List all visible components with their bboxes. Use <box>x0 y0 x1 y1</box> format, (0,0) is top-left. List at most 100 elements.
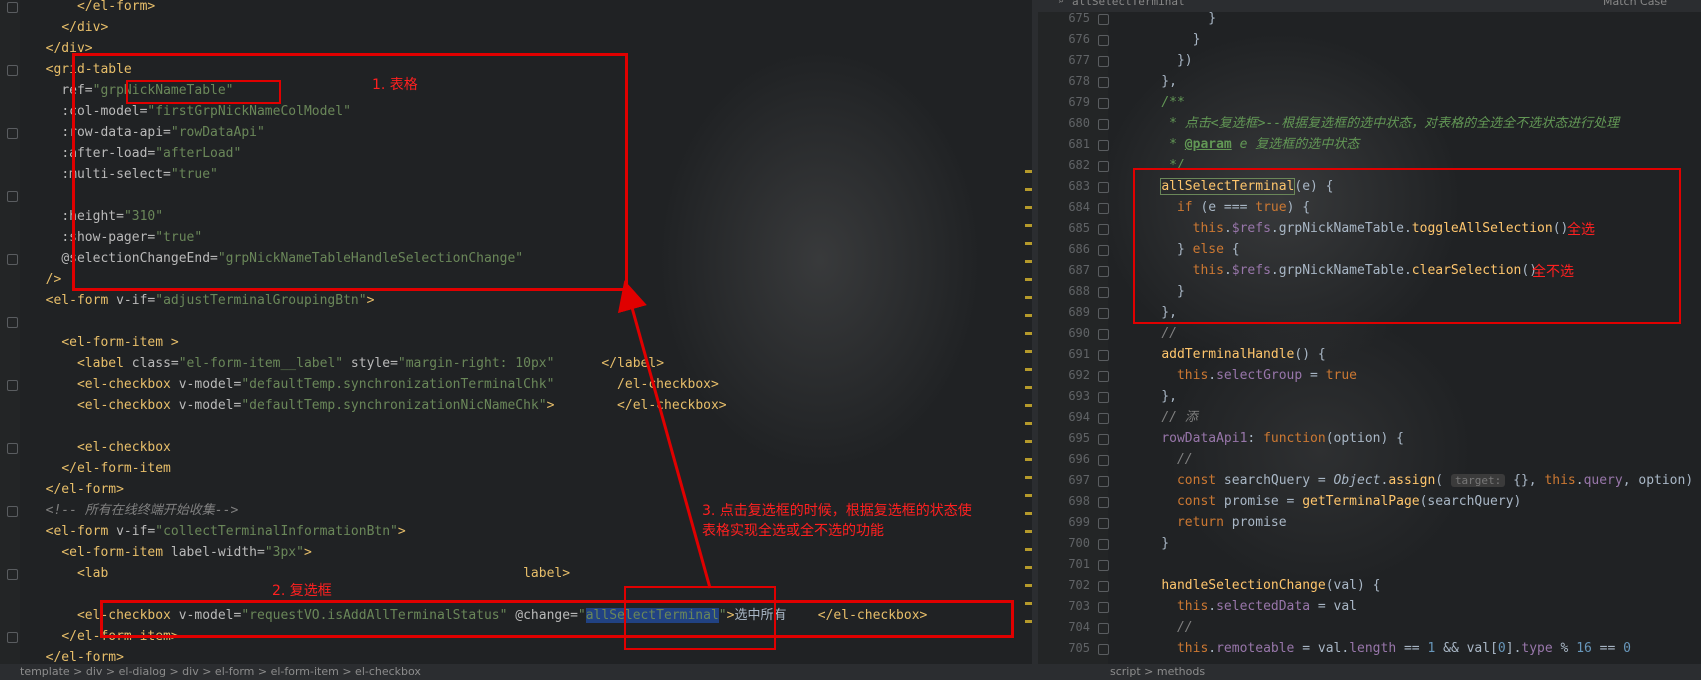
right-code-line[interactable]: this.selectGroup = true <box>1130 365 1357 386</box>
fold-toggle-icon[interactable] <box>1098 539 1109 550</box>
fold-toggle-icon[interactable] <box>1098 224 1109 235</box>
annotation-explain-2: 表格实现全选或全不选的功能 <box>702 523 884 539</box>
right-code-line[interactable]: addTerminalHandle() { <box>1130 344 1325 365</box>
left-code-line[interactable]: </el-form-item <box>30 458 171 479</box>
right-code-line[interactable]: }, <box>1130 386 1177 407</box>
right-code-line[interactable]: handleSelectionChange(val) { <box>1130 575 1380 596</box>
annotation-table: 1. 表格 <box>372 77 418 93</box>
line-number: 679 <box>1068 95 1090 109</box>
left-code-line[interactable]: <label class="el-form-item__label" style… <box>30 353 664 374</box>
right-code-line[interactable]: * 点击<复选框>--根据复选框的选中状态，对表格的全选全不选状态进行处理 <box>1130 113 1619 134</box>
line-number: 693 <box>1068 389 1090 403</box>
line-number: 705 <box>1068 641 1090 655</box>
fold-toggle-icon[interactable] <box>7 254 18 265</box>
fold-toggle-icon[interactable] <box>7 569 18 580</box>
right-code-line[interactable]: /** <box>1130 92 1184 113</box>
fold-toggle-icon[interactable] <box>7 128 18 139</box>
right-code-line[interactable]: } <box>1130 29 1201 50</box>
right-code-line[interactable]: }, <box>1130 71 1177 92</box>
fold-toggle-icon[interactable] <box>1098 98 1109 109</box>
fold-toggle-icon[interactable] <box>1098 56 1109 67</box>
left-code-line[interactable]: <el-checkbox <box>30 437 171 458</box>
scroll-marker <box>1025 350 1032 353</box>
fold-toggle-icon[interactable] <box>1098 308 1109 319</box>
fold-toggle-icon[interactable] <box>7 65 18 76</box>
fold-toggle-icon[interactable] <box>1098 203 1109 214</box>
fold-toggle-icon[interactable] <box>1098 392 1109 403</box>
fold-toggle-icon[interactable] <box>7 506 18 517</box>
left-code-line[interactable]: </div> <box>30 17 108 38</box>
scroll-marker <box>1025 278 1032 281</box>
fold-toggle-icon[interactable] <box>1098 581 1109 592</box>
breadcrumb-right[interactable]: script > methods <box>1110 665 1205 678</box>
fold-toggle-icon[interactable] <box>1098 497 1109 508</box>
fold-toggle-icon[interactable] <box>1098 623 1109 634</box>
scroll-marker <box>1025 494 1032 497</box>
fold-toggle-icon[interactable] <box>7 317 18 328</box>
method-highlight-box <box>1133 168 1681 324</box>
fold-toggle-icon[interactable] <box>1098 77 1109 88</box>
left-code-line[interactable]: <el-form v-if="adjustTerminalGroupingBtn… <box>30 290 375 311</box>
left-code-line[interactable]: </el-form> <box>30 0 155 17</box>
left-code-line[interactable]: <el-checkbox v-model="defaultTemp.synchr… <box>30 395 727 416</box>
fold-toggle-icon[interactable] <box>1098 140 1109 151</box>
left-code-line[interactable]: /> <box>30 269 62 290</box>
right-code-line[interactable]: this.remoteable = val.length == 1 && val… <box>1130 638 1631 659</box>
left-code-line[interactable]: </el-form> <box>30 479 124 500</box>
search-bar[interactable]: ⌕ allSelectTerminal Match Case <box>1038 0 1701 12</box>
fold-toggle-icon[interactable] <box>7 2 18 13</box>
fold-toggle-icon[interactable] <box>7 380 18 391</box>
fold-toggle-icon[interactable] <box>1098 644 1109 655</box>
fold-toggle-icon[interactable] <box>1098 560 1109 571</box>
fold-toggle-icon[interactable] <box>1098 602 1109 613</box>
line-number: 686 <box>1068 242 1090 256</box>
fold-toggle-icon[interactable] <box>1098 329 1109 340</box>
right-code-line[interactable]: // <box>1130 323 1177 344</box>
fold-toggle-icon[interactable] <box>1098 161 1109 172</box>
fold-toggle-icon[interactable] <box>1098 14 1109 25</box>
right-code-line[interactable]: this.selectedData = val <box>1130 596 1357 617</box>
line-number: 685 <box>1068 221 1090 235</box>
fold-toggle-icon[interactable] <box>1098 371 1109 382</box>
right-code-line[interactable]: rowDataApi1: function(option) { <box>1130 428 1404 449</box>
fold-toggle-icon[interactable] <box>7 191 18 202</box>
left-code-line[interactable]: <el-form-item label-width="3px"> <box>30 542 311 563</box>
fold-toggle-icon[interactable] <box>1098 413 1109 424</box>
fold-toggle-icon[interactable] <box>7 632 18 643</box>
line-number: 687 <box>1068 263 1090 277</box>
right-code-line[interactable]: // 添 <box>1130 407 1197 428</box>
right-code-line[interactable]: } <box>1130 533 1169 554</box>
right-code-line[interactable]: const searchQuery = Object.assign( targe… <box>1130 470 1693 491</box>
right-code-line[interactable]: return promise <box>1130 512 1287 533</box>
right-code-line[interactable]: const promise = getTerminalPage(searchQu… <box>1130 491 1521 512</box>
scroll-marker <box>1025 620 1032 623</box>
fold-toggle-icon[interactable] <box>1098 518 1109 529</box>
line-number: 677 <box>1068 53 1090 67</box>
match-case-checkbox[interactable]: Match Case <box>1603 0 1667 8</box>
breadcrumb-left[interactable]: template > div > el-dialog > div > el-fo… <box>20 665 421 678</box>
line-number: 678 <box>1068 74 1090 88</box>
fold-toggle-icon[interactable] <box>1098 434 1109 445</box>
annotation-select-none: 全不选 <box>1532 264 1574 280</box>
right-code-line[interactable]: }) <box>1130 50 1193 71</box>
left-code-line[interactable]: <el-checkbox v-model="defaultTemp.synchr… <box>30 374 719 395</box>
fold-toggle-icon[interactable] <box>1098 266 1109 277</box>
fold-toggle-icon[interactable] <box>1098 35 1109 46</box>
right-code-line[interactable]: // <box>1130 449 1200 470</box>
right-editor-pane[interactable]: 675 } 676 } 677 }) 678 }, 679 /** 680 * 点击<复选… <box>1038 0 1701 680</box>
right-code-line[interactable]: // <box>1130 617 1200 638</box>
left-code-line[interactable]: <el-form v-if="collectTerminalInformatio… <box>30 521 406 542</box>
scroll-marker <box>1025 224 1032 227</box>
left-code-line[interactable]: <!-- 所有在线终端开始收集--> <box>30 500 239 521</box>
search-input[interactable]: allSelectTerminal <box>1072 0 1185 8</box>
fold-toggle-icon[interactable] <box>1098 476 1109 487</box>
fold-toggle-icon[interactable] <box>1098 287 1109 298</box>
left-code-line[interactable]: <el-form-item > <box>30 332 178 353</box>
fold-toggle-icon[interactable] <box>1098 350 1109 361</box>
fold-toggle-icon[interactable] <box>1098 245 1109 256</box>
fold-toggle-icon[interactable] <box>1098 119 1109 130</box>
fold-toggle-icon[interactable] <box>7 443 18 454</box>
fold-toggle-icon[interactable] <box>1098 182 1109 193</box>
fold-toggle-icon[interactable] <box>1098 455 1109 466</box>
right-code-line[interactable]: * @param e 复选框的选中状态 <box>1130 134 1359 155</box>
